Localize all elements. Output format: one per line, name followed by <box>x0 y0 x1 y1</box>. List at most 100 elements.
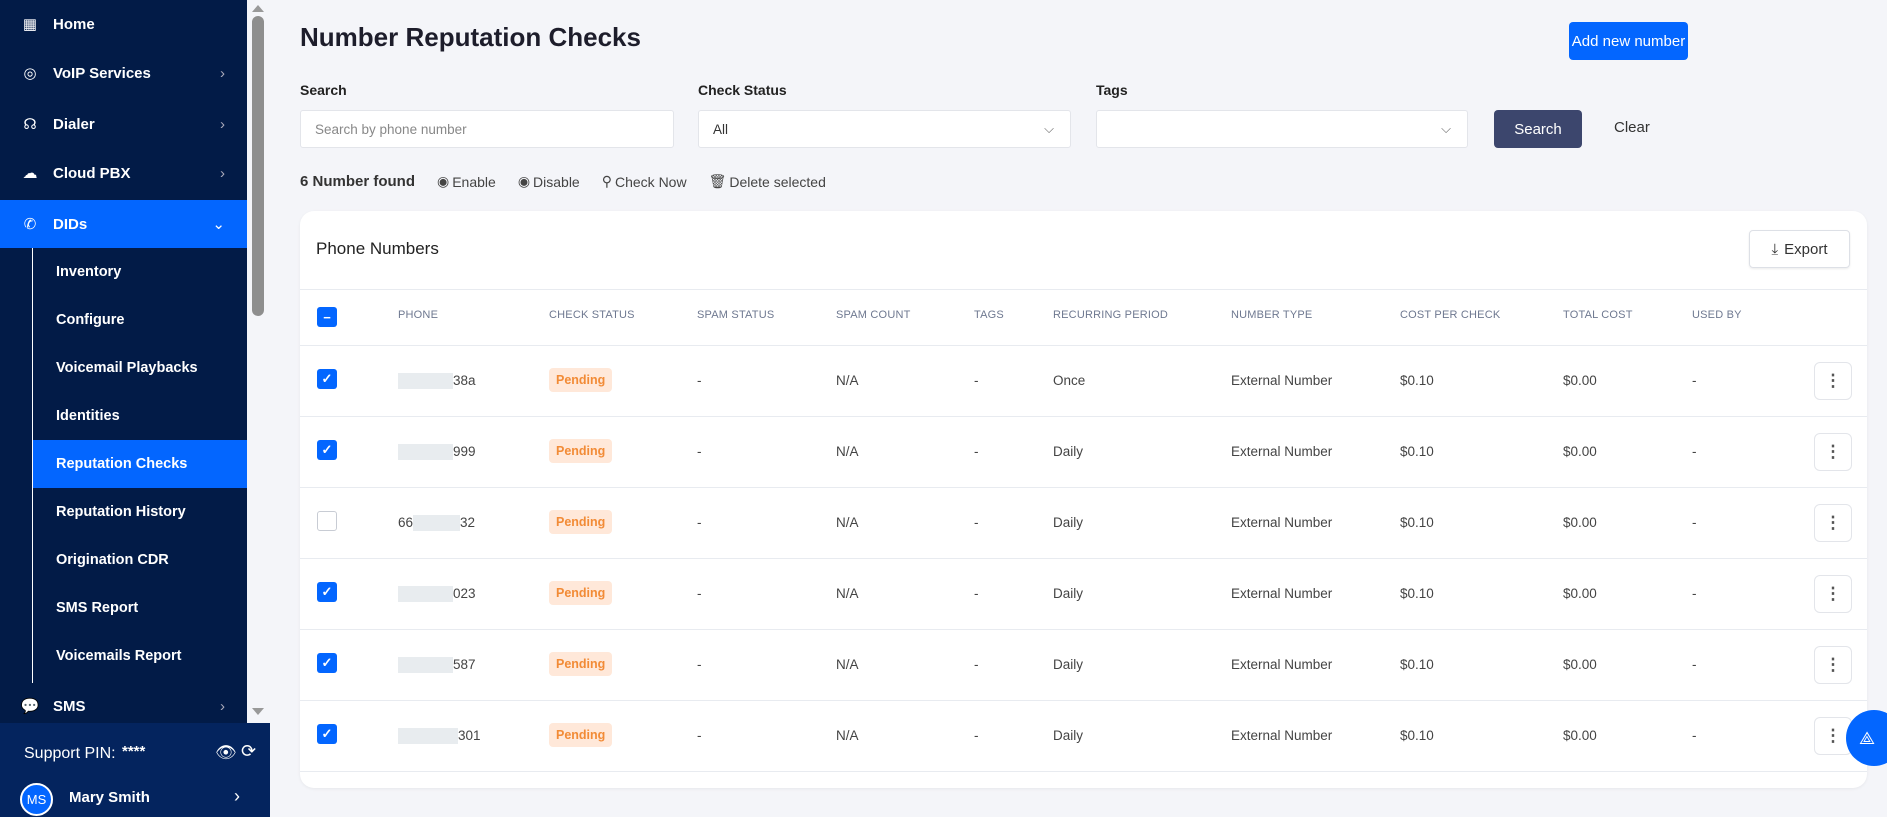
column-header-phone[interactable]: PHONE <box>398 309 438 321</box>
enable-label: Enable <box>452 173 496 190</box>
phone-cell[interactable]: 999 <box>398 444 476 461</box>
scrollbar-thumb[interactable] <box>252 16 264 316</box>
status-badge: Pending <box>549 510 613 534</box>
sidebar-item-label: VoIP Services <box>53 64 151 82</box>
scroll-down-arrow[interactable] <box>252 708 264 715</box>
row-actions-button[interactable]: ⋮ <box>1814 575 1852 613</box>
export-button[interactable]: ⤓ Export <box>1749 230 1850 268</box>
export-label: Export <box>1784 240 1828 258</box>
column-header-used-by[interactable]: USED BY <box>1692 309 1742 321</box>
cost-per-check-cell: $0.10 <box>1400 444 1434 459</box>
search-button[interactable]: Search <box>1494 110 1582 148</box>
chevron-down-icon: ⌵ <box>1441 121 1451 136</box>
redacted-mask <box>398 586 453 603</box>
user-name[interactable]: Mary Smith <box>69 789 150 806</box>
phone-prefix: 66 <box>398 515 414 530</box>
total-cost-cell: $0.00 <box>1563 728 1597 743</box>
sidebar-subitem-inventory[interactable]: Inventory <box>33 248 247 296</box>
spam-status-cell: - <box>697 444 702 459</box>
support-pin-label: Support PIN: <box>24 745 116 762</box>
enable-button[interactable]: ◉ Enable <box>437 173 496 190</box>
status-badge: Pending <box>549 652 613 676</box>
spam-count-cell: N/A <box>836 444 859 459</box>
column-header-recurring-period[interactable]: RECURRING PERIOD <box>1053 309 1168 321</box>
tags-select[interactable]: ⌵ <box>1096 110 1468 148</box>
check-now-button[interactable]: ⚲ Check Now <box>602 173 687 190</box>
voip-icon: ◎ <box>23 65 37 82</box>
clear-button[interactable]: Clear <box>1614 119 1650 136</box>
phone-cell[interactable]: 587 <box>398 657 476 674</box>
row-checkbox[interactable]: ✓ <box>317 724 337 744</box>
more-vertical-icon: ⋮ <box>1824 655 1842 674</box>
spam-status-cell: - <box>697 728 702 743</box>
more-vertical-icon: ⋮ <box>1824 442 1842 461</box>
sidebar-item-voip-services[interactable]: ◎ VoIP Services › <box>0 49 247 97</box>
sidebar-subitem-voicemails-report[interactable]: Voicemails Report <box>33 632 247 680</box>
status-badge: Pending <box>549 439 613 463</box>
row-checkbox[interactable]: ✓ <box>317 582 337 602</box>
sidebar-subitem-reputation-history[interactable]: Reputation History <box>33 488 247 536</box>
row-checkbox[interactable]: ✓ <box>317 653 337 673</box>
phone-suffix: 999 <box>453 444 476 459</box>
row-actions-button[interactable]: ⋮ <box>1814 362 1852 400</box>
chevron-right-icon[interactable]: › <box>234 786 240 807</box>
sidebar-subitem-sms-report[interactable]: SMS Report <box>33 584 247 632</box>
total-cost-cell: $0.00 <box>1563 373 1597 388</box>
sidebar-subitem-identities[interactable]: Identities <box>33 392 247 440</box>
redacted-mask <box>398 657 453 674</box>
sidebar-subitem-voicemail-playbacks[interactable]: Voicemail Playbacks <box>33 344 247 392</box>
sidebar-item-dids[interactable]: ✆ DIDs ⌄ <box>0 200 247 248</box>
column-header-tags[interactable]: TAGS <box>974 309 1004 321</box>
row-actions-button[interactable]: ⋮ <box>1814 433 1852 471</box>
select-all-checkbox[interactable]: − <box>317 307 337 327</box>
sidebar-subitem-configure[interactable]: Configure <box>33 296 247 344</box>
column-header-check-status[interactable]: CHECK STATUS <box>549 309 635 321</box>
sidebar-subitem-reputation-checks[interactable]: Reputation Checks <box>33 440 247 488</box>
sidebar-scrollbar[interactable] <box>247 0 270 723</box>
eye-icon[interactable]: 👁 <box>215 743 237 763</box>
row-divider <box>300 558 1867 559</box>
disable-button[interactable]: ◉ Disable <box>518 173 580 190</box>
sidebar-subitem-origination-cdr[interactable]: Origination CDR <box>33 536 247 584</box>
row-actions-button[interactable]: ⋮ <box>1814 504 1852 542</box>
phone-numbers-card: Phone Numbers ⤓ Export − PHONE CHECK STATU… <box>300 211 1867 788</box>
row-checkbox[interactable] <box>317 511 337 531</box>
sidebar: ▦ Home ◎ VoIP Services › ☊ Dialer › ☁ Cloud PB… <box>0 0 247 723</box>
scroll-up-arrow[interactable] <box>252 5 264 12</box>
column-header-spam-status[interactable]: SPAM STATUS <box>697 309 774 321</box>
check-status-select[interactable]: All ⌵ <box>698 110 1071 148</box>
phone-cell[interactable]: 301 <box>398 728 481 745</box>
row-checkbox[interactable]: ✓ <box>317 369 337 389</box>
row-actions-button[interactable]: ⋮ <box>1814 646 1852 684</box>
refresh-icon[interactable]: ⟳ <box>241 741 256 762</box>
row-checkbox[interactable]: ✓ <box>317 440 337 460</box>
phone-cell[interactable]: 66 32 <box>398 515 475 532</box>
avatar[interactable]: MS <box>20 783 53 816</box>
sidebar-item-cloud-pbx[interactable]: ☁ Cloud PBX › <box>0 149 247 197</box>
card-title: Phone Numbers <box>316 239 439 258</box>
phone-cell[interactable]: 38a <box>398 373 476 390</box>
cloud-icon: ☁ <box>22 165 38 182</box>
column-header-cost-per-check[interactable]: COST PER CHECK <box>1400 309 1500 321</box>
delete-selected-button[interactable]: 🗑 Delete selected <box>709 173 826 190</box>
column-header-total-cost[interactable]: TOTAL COST <box>1563 309 1633 321</box>
column-header-spam-count[interactable]: SPAM COUNT <box>836 309 911 321</box>
status-badge: Pending <box>549 368 613 392</box>
column-header-number-type[interactable]: NUMBER TYPE <box>1231 309 1312 321</box>
more-vertical-icon: ⋮ <box>1824 513 1842 532</box>
spam-status-cell: - <box>697 515 702 530</box>
recurring-cell: Daily <box>1053 444 1084 459</box>
result-count: 6 Number found <box>300 173 415 190</box>
sidebar-item-dialer[interactable]: ☊ Dialer › <box>0 100 247 148</box>
chevron-down-icon: ⌵ <box>1044 121 1054 136</box>
total-cost-cell: $0.00 <box>1563 657 1597 672</box>
total-cost-cell: $0.00 <box>1563 586 1597 601</box>
search-input[interactable]: Search by phone number <box>300 110 674 148</box>
phone-suffix: 38a <box>453 373 476 388</box>
add-new-number-button[interactable]: Add new number <box>1569 22 1688 60</box>
page-title: Number Reputation Checks <box>300 22 641 52</box>
sidebar-item-home[interactable]: ▦ Home <box>0 0 247 48</box>
phone-cell[interactable]: 023 <box>398 586 476 603</box>
row-divider <box>300 487 1867 488</box>
tags-cell: - <box>974 515 979 530</box>
